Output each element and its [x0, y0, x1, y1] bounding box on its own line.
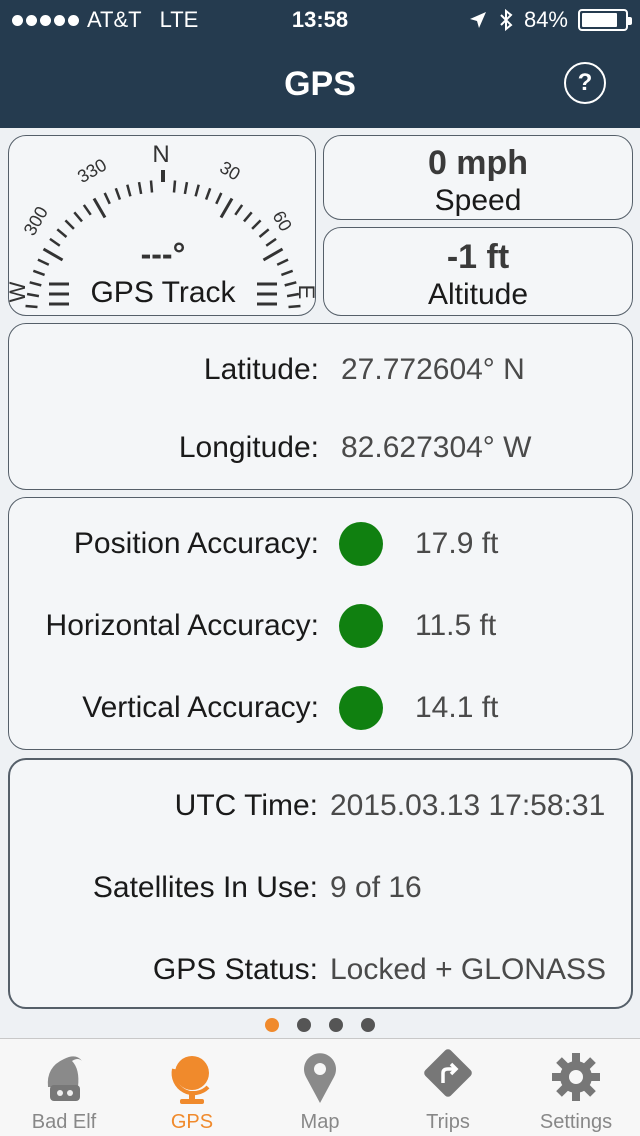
latitude-label: Latitude: [203, 353, 319, 386]
altitude-value: -1 ft [446, 238, 510, 276]
compass-mark-30: 30 [216, 157, 243, 184]
tab-gps-label: GPS [170, 1111, 214, 1133]
gear-icon [552, 1053, 600, 1101]
longitude-label: Longitude: [178, 431, 319, 464]
utc-time-value: 2015.03.13 17:58:31 [330, 789, 606, 822]
altitude-label: Altitude [427, 278, 529, 311]
top-bar: AT&T LTE 13:58 84% GPS ? [0, 0, 640, 128]
position-accuracy-label: Position Accuracy: [73, 527, 319, 560]
compass-tick [103, 192, 111, 205]
tab-gps[interactable]: GPS [128, 1039, 256, 1136]
compass-tick [172, 180, 177, 193]
vertical-accuracy-value: 14.1 ft [415, 691, 499, 724]
speed-card: 0 mph Speed [323, 135, 633, 220]
compass-mark-60: 60 [269, 207, 296, 234]
compass-tick [243, 211, 253, 223]
trips-icon [424, 1049, 472, 1097]
gps-status-label: GPS Status: [152, 953, 318, 986]
tab-settings[interactable]: Settings [512, 1039, 640, 1136]
tab-map-label: Map [300, 1111, 340, 1133]
page-dot-2[interactable] [297, 1018, 311, 1032]
gps-status-value: Locked + GLONASS [330, 953, 606, 986]
speed-label: Speed [434, 184, 522, 217]
elf-icon [47, 1056, 82, 1101]
page-title: GPS [284, 65, 356, 103]
utc-time-label: UTC Time: [174, 789, 318, 822]
satellites-value: 9 of 16 [330, 871, 422, 904]
bluetooth-icon [500, 8, 513, 32]
accuracy-card: Position Accuracy: 17.9 ft Horizontal Ac… [8, 497, 633, 750]
gps-info-card: UTC Time: 2015.03.13 17:58:31 Satellites… [8, 758, 633, 1009]
vertical-accuracy-label: Vertical Accuracy: [82, 691, 319, 724]
longitude-value: 82.627304° W [341, 431, 532, 464]
location-arrow-icon [469, 12, 486, 28]
satellites-label: Satellites In Use: [92, 871, 318, 904]
latitude-value: 27.772604° N [341, 353, 525, 386]
compass-tick [251, 219, 262, 230]
compass-tick [149, 180, 154, 193]
globe-icon [171, 1056, 210, 1104]
compass-tick [194, 184, 200, 197]
horizontal-accuracy-status-icon [339, 604, 383, 648]
compass-mark-300: 300 [20, 203, 52, 239]
page-indicator[interactable] [0, 1018, 640, 1032]
tab-trips[interactable]: Trips [384, 1039, 512, 1136]
status-bar: AT&T LTE 13:58 84% [0, 0, 640, 40]
tab-bad-elf-label: Bad Elf [31, 1111, 97, 1133]
compass-tick [183, 181, 189, 195]
gps-track-label: GPS Track [90, 276, 236, 309]
compass-tick [73, 211, 83, 223]
compass-tick [92, 197, 107, 219]
compass-tick [82, 204, 92, 216]
gps-track-compass: N 30 60 E 300 330 W ---° GPS Track [8, 135, 317, 316]
compass-tick [219, 197, 234, 219]
compass-mark-n: N [152, 141, 169, 168]
map-pin-icon [304, 1053, 336, 1103]
position-accuracy-value: 17.9 ft [415, 527, 499, 560]
heading-value: ---° [140, 236, 186, 272]
horizontal-accuracy-label: Horizontal Accuracy: [45, 609, 319, 642]
compass-tick [204, 187, 212, 201]
help-button[interactable]: ? [564, 62, 606, 104]
compass-tick [137, 181, 143, 195]
coordinates-card: Latitude: 27.772604° N Longitude: 82.627… [8, 323, 633, 490]
position-accuracy-status-icon [339, 522, 383, 566]
compass-tick [64, 219, 75, 230]
compass-tick [114, 187, 122, 201]
compass-tick [234, 204, 244, 216]
tab-trips-label: Trips [426, 1111, 470, 1133]
vertical-accuracy-status-icon [339, 686, 383, 730]
tab-settings-label: Settings [539, 1111, 613, 1133]
tab-bad-elf[interactable]: Bad Elf [0, 1039, 128, 1136]
speed-value: 0 mph [427, 144, 529, 182]
tab-bar: Bad Elf GPS Map Trips Settings [0, 1038, 640, 1136]
horizontal-accuracy-value: 11.5 ft [415, 609, 497, 642]
compass-tick [126, 184, 132, 197]
compass-mark-330: 330 [74, 155, 110, 187]
altitude-card: -1 ft Altitude [323, 227, 633, 316]
battery-icon [578, 9, 632, 31]
page-dot-4[interactable] [361, 1018, 375, 1032]
page-dot-3[interactable] [329, 1018, 343, 1032]
battery-percent: 84% [523, 7, 568, 32]
page-dot-1[interactable] [265, 1018, 279, 1032]
tab-map[interactable]: Map [256, 1039, 384, 1136]
compass-tick [215, 192, 223, 205]
